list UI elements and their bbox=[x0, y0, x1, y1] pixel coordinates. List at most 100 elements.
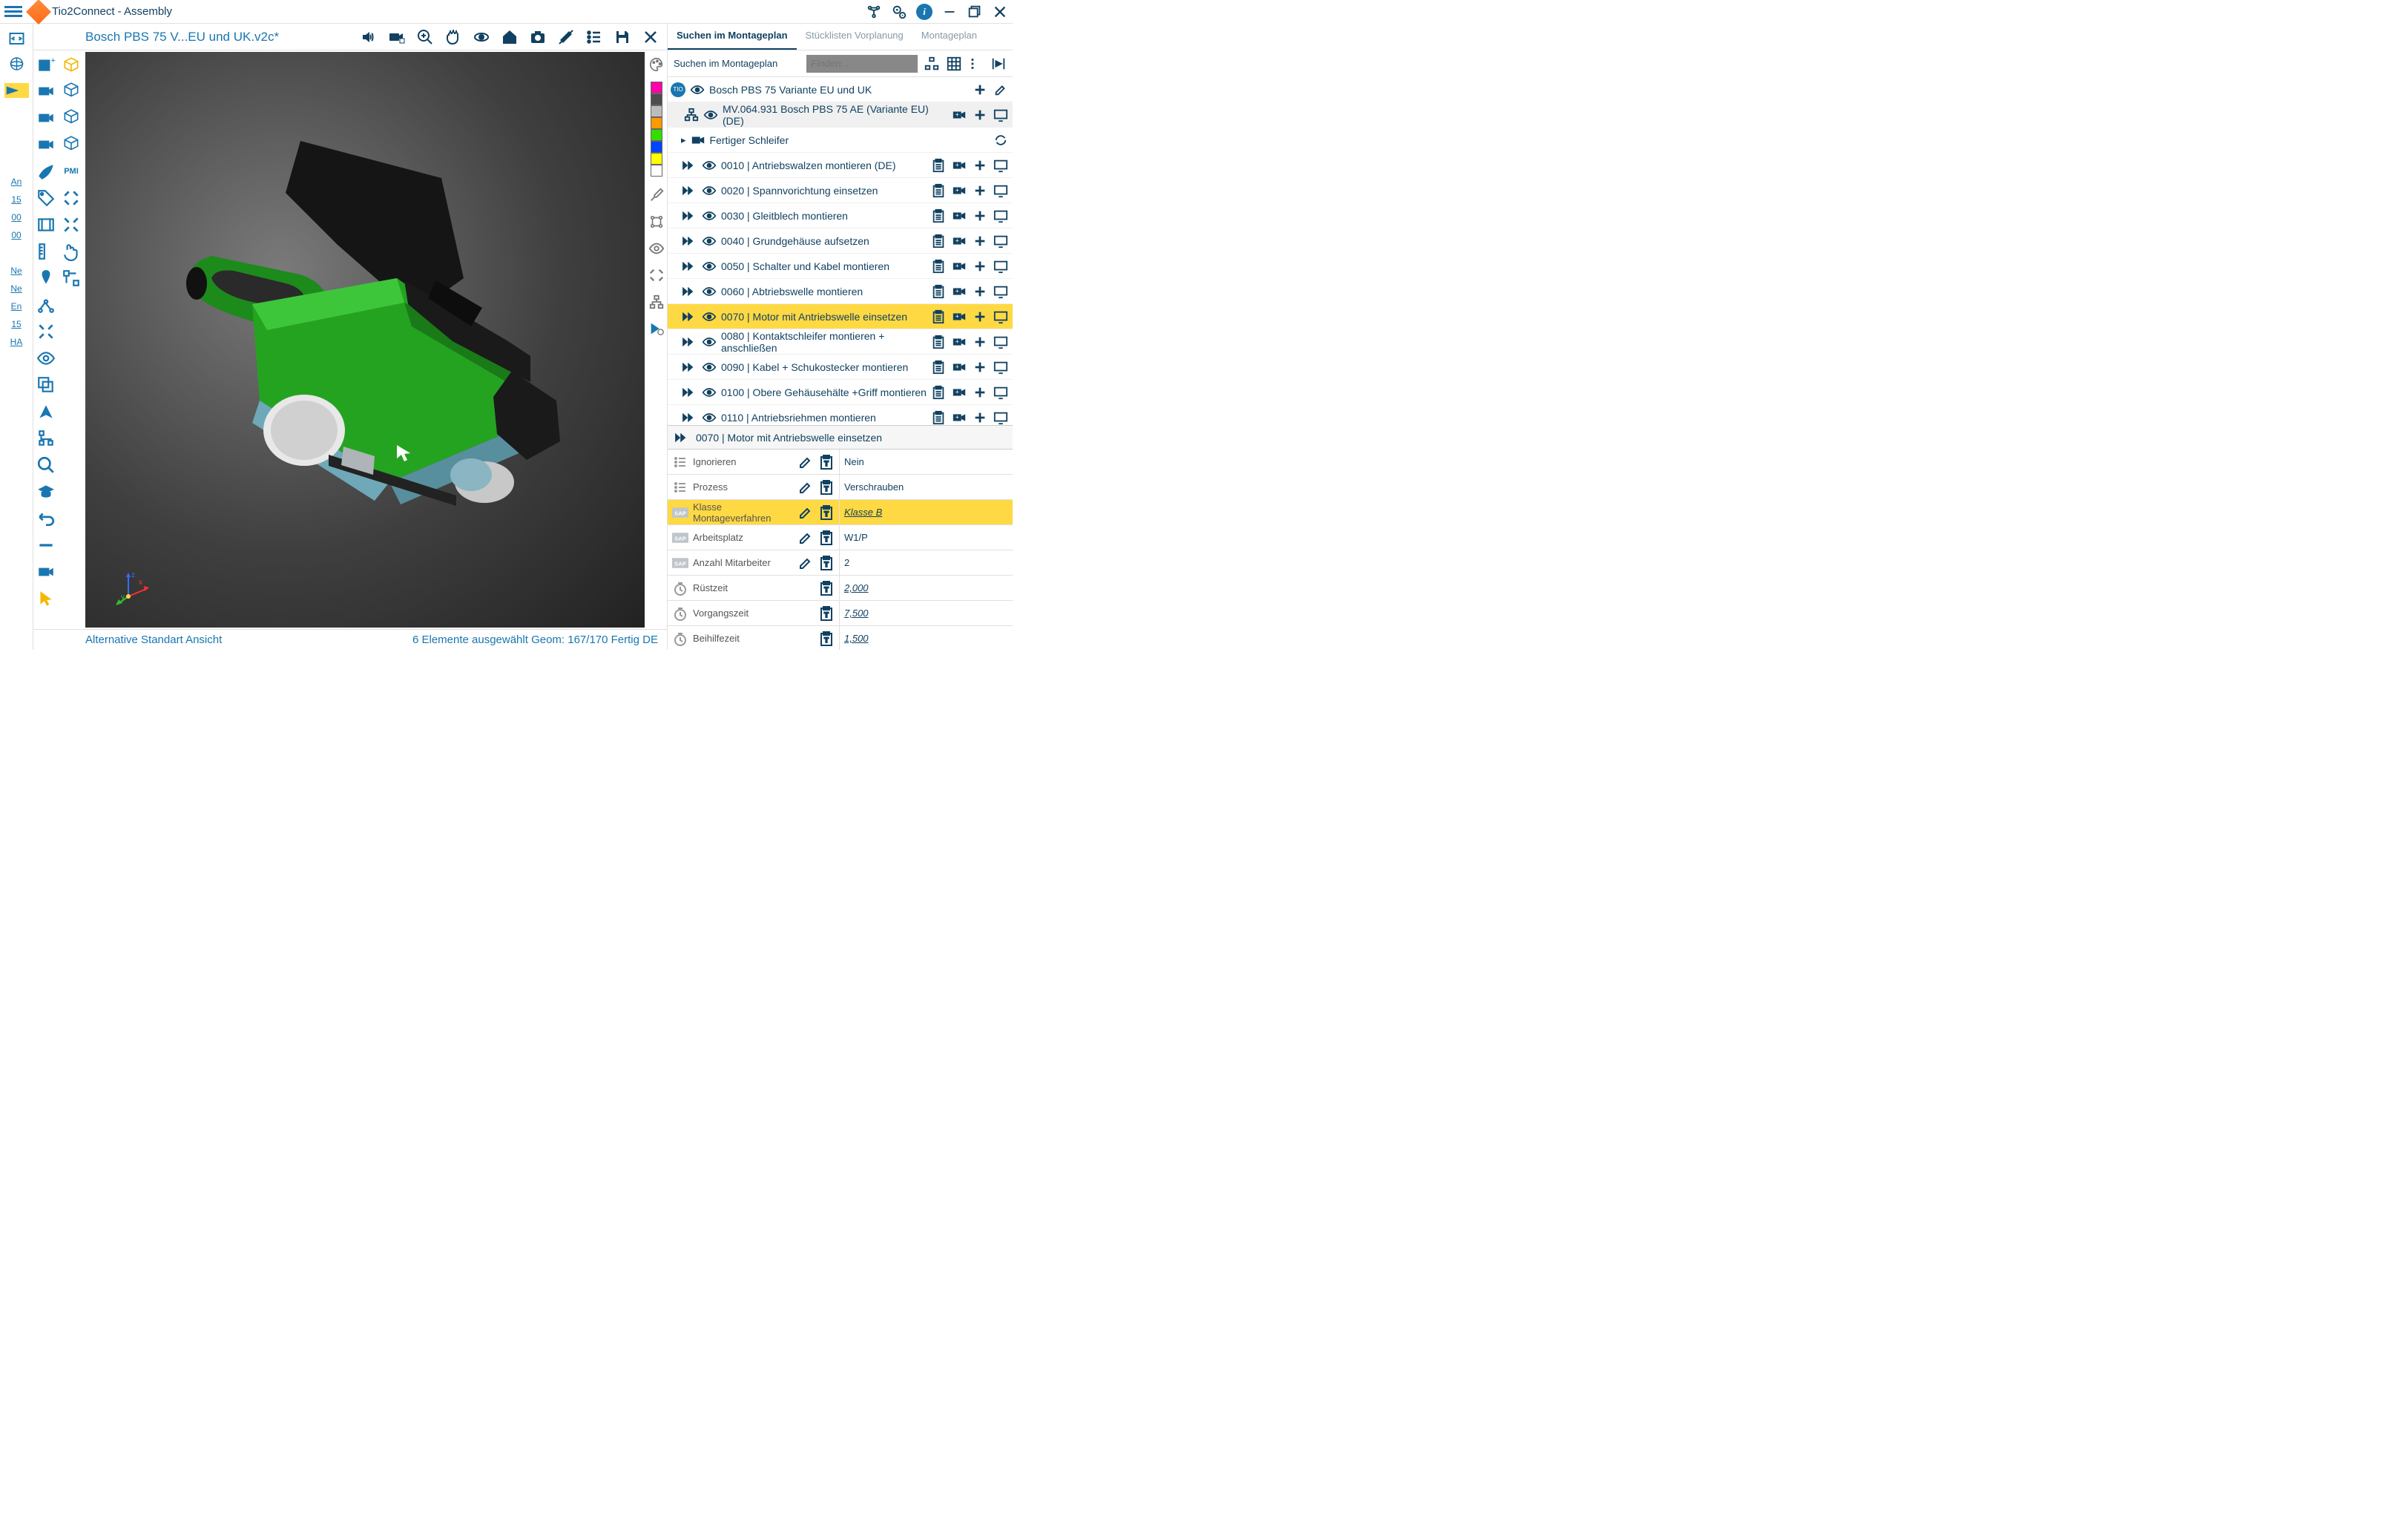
edit-icon[interactable] bbox=[797, 530, 814, 546]
filter-tree-icon[interactable] bbox=[924, 56, 940, 72]
add-icon[interactable] bbox=[973, 108, 987, 122]
cube-out-icon[interactable] bbox=[62, 135, 81, 154]
monitor-icon[interactable] bbox=[993, 259, 1008, 274]
monitor-icon[interactable] bbox=[993, 208, 1008, 223]
dash-icon[interactable] bbox=[36, 536, 56, 555]
fastforward-icon[interactable] bbox=[681, 260, 697, 272]
add-icon[interactable] bbox=[973, 82, 987, 97]
sidebar-item[interactable]: An bbox=[4, 177, 29, 194]
layers-icon[interactable] bbox=[36, 375, 56, 395]
tree-row[interactable]: 0080 | Kontaktschleifer montieren + ansc… bbox=[668, 329, 1013, 355]
camera-lock-icon[interactable] bbox=[388, 28, 406, 46]
paste-icon[interactable]: T bbox=[818, 454, 835, 470]
list-view-icon[interactable] bbox=[585, 28, 603, 46]
fastforward-icon[interactable] bbox=[681, 336, 697, 348]
search-input[interactable] bbox=[806, 55, 918, 73]
edit-icon[interactable] bbox=[797, 454, 814, 470]
fastforward-icon[interactable] bbox=[681, 361, 697, 373]
maximize-button[interactable] bbox=[967, 4, 983, 20]
path-icon[interactable] bbox=[36, 295, 56, 315]
property-row[interactable]: RüstzeitT2,000 bbox=[668, 576, 1013, 601]
fastforward-icon[interactable] bbox=[681, 210, 697, 222]
tree-row[interactable]: ▸Fertiger Schleifer bbox=[668, 128, 1013, 153]
tab[interactable]: Stücklisten Vorplanung bbox=[797, 24, 912, 50]
edit-icon[interactable] bbox=[797, 479, 814, 496]
monitor-icon[interactable] bbox=[993, 309, 1008, 324]
paste-icon[interactable]: T bbox=[818, 530, 835, 546]
eye-icon[interactable] bbox=[702, 286, 717, 297]
camera-icon[interactable] bbox=[36, 82, 56, 101]
undo-icon[interactable] bbox=[36, 509, 56, 528]
sidebar-item[interactable]: 15 bbox=[4, 194, 29, 212]
hand-icon[interactable] bbox=[62, 242, 81, 261]
paste-icon[interactable]: T bbox=[818, 479, 835, 496]
clipboard-icon[interactable] bbox=[931, 183, 946, 198]
video-add-icon[interactable]: + bbox=[952, 259, 967, 274]
settings-icon[interactable] bbox=[891, 4, 907, 20]
fastforward-icon[interactable] bbox=[681, 286, 697, 297]
add-icon[interactable] bbox=[973, 259, 987, 274]
clipboard-icon[interactable] bbox=[931, 410, 946, 425]
fastforward-icon[interactable] bbox=[681, 311, 697, 323]
clipboard-icon[interactable] bbox=[931, 158, 946, 173]
video-add-icon[interactable]: + bbox=[952, 183, 967, 198]
video-add-icon[interactable]: + bbox=[952, 158, 967, 173]
expand-right-icon[interactable] bbox=[990, 56, 1007, 72]
property-row[interactable]: SAPArbeitsplatzTW1/P bbox=[668, 525, 1013, 550]
loop-icon[interactable] bbox=[993, 133, 1008, 148]
eye-icon[interactable] bbox=[702, 159, 717, 171]
sidebar-item[interactable]: 00 bbox=[4, 212, 29, 230]
add-icon[interactable] bbox=[973, 410, 987, 425]
video-add-icon[interactable]: + bbox=[952, 410, 967, 425]
close-doc-icon[interactable] bbox=[642, 28, 659, 46]
sidebar-item[interactable] bbox=[4, 141, 29, 159]
tab[interactable]: Suchen im Montageplan bbox=[668, 24, 797, 50]
property-row[interactable]: VorgangszeitT7,500 bbox=[668, 601, 1013, 626]
eye-icon[interactable] bbox=[702, 386, 717, 398]
eye-icon[interactable] bbox=[702, 311, 717, 323]
video-add-icon[interactable]: + bbox=[952, 108, 967, 122]
film-icon[interactable] bbox=[36, 215, 56, 234]
monitor-icon[interactable] bbox=[993, 108, 1008, 122]
graduate-icon[interactable] bbox=[36, 482, 56, 501]
grid-icon[interactable] bbox=[946, 56, 962, 72]
eyedropper-icon[interactable] bbox=[648, 187, 665, 203]
explode-icon[interactable] bbox=[62, 215, 81, 234]
color-swatch[interactable] bbox=[651, 141, 662, 153]
eye2-icon[interactable] bbox=[36, 349, 56, 368]
monitor-icon[interactable] bbox=[993, 158, 1008, 173]
video-add-icon[interactable]: + bbox=[952, 208, 967, 223]
tree-row[interactable]: 0040 | Grundgehäuse aufsetzen+ bbox=[668, 228, 1013, 254]
cube-right-icon[interactable] bbox=[62, 108, 81, 128]
video-add-icon[interactable]: + bbox=[952, 385, 967, 400]
sidebar-item[interactable] bbox=[4, 123, 29, 141]
clipboard-icon[interactable] bbox=[931, 335, 946, 349]
eye-icon[interactable] bbox=[702, 412, 717, 424]
clipboard-icon[interactable] bbox=[931, 360, 946, 375]
camera3-icon[interactable] bbox=[36, 135, 56, 154]
color-swatch[interactable] bbox=[651, 105, 662, 117]
align-icon[interactable] bbox=[62, 269, 81, 288]
cursor-icon[interactable] bbox=[36, 589, 56, 608]
add-icon[interactable] bbox=[973, 158, 987, 173]
sidebar-item[interactable]: HA bbox=[4, 337, 29, 355]
expand-icon[interactable] bbox=[36, 322, 56, 341]
color-swatch[interactable] bbox=[651, 165, 662, 177]
fastforward-icon[interactable] bbox=[681, 412, 697, 424]
fastforward-icon[interactable] bbox=[681, 185, 697, 197]
clipboard-icon[interactable] bbox=[931, 309, 946, 324]
add-icon[interactable] bbox=[973, 284, 987, 299]
add-icon[interactable] bbox=[973, 309, 987, 324]
sidebar-item[interactable]: Ne bbox=[4, 283, 29, 301]
eye-icon[interactable] bbox=[702, 260, 717, 272]
tree-row[interactable]: 0070 | Motor mit Antriebswelle einsetzen… bbox=[668, 304, 1013, 329]
add-icon[interactable] bbox=[973, 360, 987, 375]
video-add-icon[interactable]: + bbox=[952, 360, 967, 375]
paste-icon[interactable]: T bbox=[818, 631, 835, 647]
property-row[interactable]: IgnorierenTNein bbox=[668, 450, 1013, 475]
ruler-icon[interactable] bbox=[36, 242, 56, 261]
color-swatch[interactable] bbox=[651, 129, 662, 141]
eye-icon[interactable] bbox=[703, 109, 718, 121]
monitor-icon[interactable] bbox=[993, 284, 1008, 299]
hierarchy-icon[interactable] bbox=[648, 294, 665, 310]
